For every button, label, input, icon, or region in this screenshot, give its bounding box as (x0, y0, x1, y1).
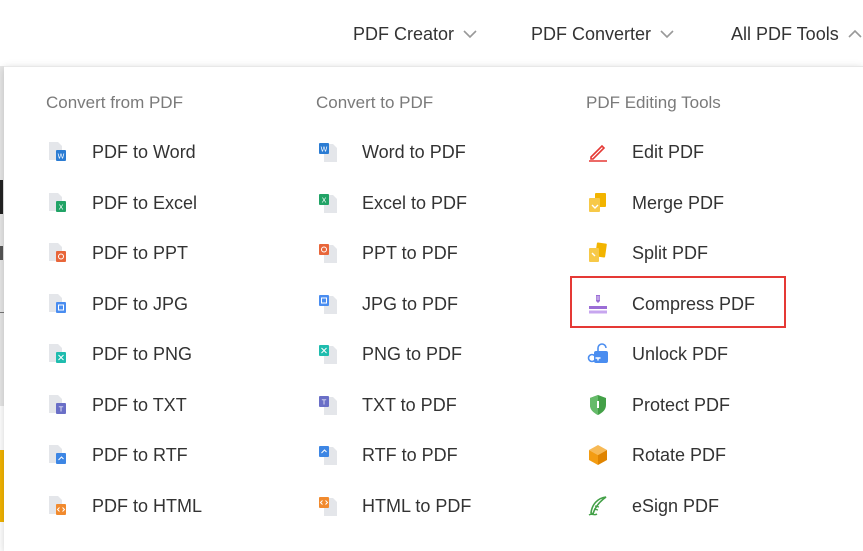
menu-item-pdf-to-png[interactable]: PDF to PNG (46, 339, 192, 369)
word-file-icon: W (316, 140, 340, 164)
menu-item-label: JPG to PDF (362, 293, 459, 314)
pen-edit-icon (586, 140, 610, 164)
nav-all-pdf-tools[interactable]: All PDF Tools (731, 22, 863, 46)
file-txt-icon: T (46, 393, 70, 417)
shield-icon (586, 393, 610, 417)
menu-item-jpg-to-pdf[interactable]: JPG to PDF (316, 289, 458, 319)
txt-file-icon: T (316, 393, 340, 417)
highlight-box (570, 276, 786, 328)
svg-text:T: T (321, 399, 327, 407)
svg-text:W: W (321, 146, 328, 154)
menu-item-label: Unlock PDF (632, 343, 729, 364)
menu-item-word-to-pdf[interactable]: W Word to PDF (316, 137, 466, 167)
menu-item-unlock-pdf[interactable]: Unlock PDF (586, 339, 728, 369)
split-icon (586, 241, 610, 265)
menu-item-label: PDF to TXT (92, 394, 187, 415)
jpg-file-icon (316, 292, 340, 316)
menu-item-html-to-pdf[interactable]: HTML to PDF (316, 491, 471, 521)
menu-item-label: PPT to PDF (362, 242, 458, 263)
menu-item-label: PDF to PNG (92, 343, 193, 364)
svg-text:X: X (59, 204, 64, 212)
menu-item-rtf-to-pdf[interactable]: RTF to PDF (316, 440, 458, 470)
svg-text:T: T (58, 406, 64, 414)
file-rtf-icon (46, 443, 70, 467)
unlock-icon (586, 342, 610, 366)
menu-item-label: PDF to HTML (92, 495, 203, 516)
ppt-file-icon (316, 241, 340, 265)
menu-item-label: PDF to JPG (92, 293, 189, 314)
menu-item-label: Protect PDF (632, 394, 731, 415)
nav-label: PDF Converter (531, 23, 652, 44)
file-ppt-icon (46, 241, 70, 265)
menu-item-txt-to-pdf[interactable]: T TXT to PDF (316, 390, 457, 420)
svg-text:W: W (58, 153, 65, 161)
merge-icon (586, 191, 610, 215)
chevron-down-icon (659, 28, 675, 40)
menu-item-label: TXT to PDF (362, 394, 457, 415)
svg-text:X: X (322, 197, 327, 205)
chevron-up-icon (847, 28, 863, 40)
file-word-icon: W (46, 140, 70, 164)
menu-item-label: PDF to Word (92, 141, 196, 162)
menu-item-pdf-to-ppt[interactable]: PDF to PPT (46, 238, 188, 268)
nav-label: PDF Creator (353, 23, 455, 44)
column-title: Convert to PDF (316, 93, 434, 112)
nav-pdf-converter[interactable]: PDF Converter (531, 22, 675, 46)
menu-item-split-pdf[interactable]: Split PDF (586, 238, 708, 268)
menu-item-label: Word to PDF (362, 141, 466, 162)
menu-item-label: eSign PDF (632, 495, 720, 516)
menu-item-protect-pdf[interactable]: Protect PDF (586, 390, 730, 420)
excel-file-icon: X (316, 191, 340, 215)
menu-item-pdf-to-rtf[interactable]: PDF to RTF (46, 440, 188, 470)
menu-item-pdf-to-txt[interactable]: T PDF to TXT (46, 390, 187, 420)
menu-item-label: Edit PDF (632, 141, 705, 162)
menu-item-png-to-pdf[interactable]: PNG to PDF (316, 339, 462, 369)
menu-item-ppt-to-pdf[interactable]: PPT to PDF (316, 238, 458, 268)
column-title: Convert from PDF (46, 93, 183, 112)
file-html-icon (46, 494, 70, 518)
rtf-file-icon (316, 443, 340, 467)
file-jpg-icon (46, 292, 70, 316)
menu-item-pdf-to-excel[interactable]: X PDF to Excel (46, 188, 197, 218)
menu-item-label: PDF to Excel (92, 192, 198, 213)
menu-item-esign-pdf[interactable]: eSign PDF (586, 491, 719, 521)
html-file-icon (316, 494, 340, 518)
png-file-icon (316, 342, 340, 366)
chevron-down-icon (462, 28, 478, 40)
menu-item-label: Split PDF (632, 242, 709, 263)
menu-item-label: PNG to PDF (362, 343, 463, 364)
top-navigation: PDF Creator PDF Converter All PDF Tools (0, 0, 863, 66)
menu-item-rotate-pdf[interactable]: Rotate PDF (586, 440, 726, 470)
menu-item-label: PDF to RTF (92, 444, 188, 465)
menu-item-label: PDF to PPT (92, 242, 189, 263)
column-title: PDF Editing Tools (586, 93, 721, 112)
file-excel-icon: X (46, 191, 70, 215)
menu-item-pdf-to-html[interactable]: PDF to HTML (46, 491, 202, 521)
menu-item-excel-to-pdf[interactable]: X Excel to PDF (316, 188, 467, 218)
menu-item-label: Merge PDF (632, 192, 725, 213)
nav-label: All PDF Tools (731, 23, 839, 44)
cube-rotate-icon (586, 443, 610, 467)
nav-pdf-creator[interactable]: PDF Creator (353, 22, 478, 46)
menu-item-label: Excel to PDF (362, 192, 468, 213)
menu-item-label: Rotate PDF (632, 444, 727, 465)
menu-item-label: HTML to PDF (362, 495, 472, 516)
menu-item-pdf-to-jpg[interactable]: PDF to JPG (46, 289, 188, 319)
file-png-icon (46, 342, 70, 366)
background-text-fragment (0, 246, 3, 260)
menu-item-label: RTF to PDF (362, 444, 458, 465)
menu-item-merge-pdf[interactable]: Merge PDF (586, 188, 724, 218)
menu-item-pdf-to-word[interactable]: W PDF to Word (46, 137, 196, 167)
all-pdf-tools-dropdown: Convert from PDF W PDF to Word X PDF to … (4, 66, 863, 551)
feather-sign-icon (586, 494, 610, 518)
menu-item-edit-pdf[interactable]: Edit PDF (586, 137, 704, 167)
background-text-fragment (0, 180, 3, 214)
